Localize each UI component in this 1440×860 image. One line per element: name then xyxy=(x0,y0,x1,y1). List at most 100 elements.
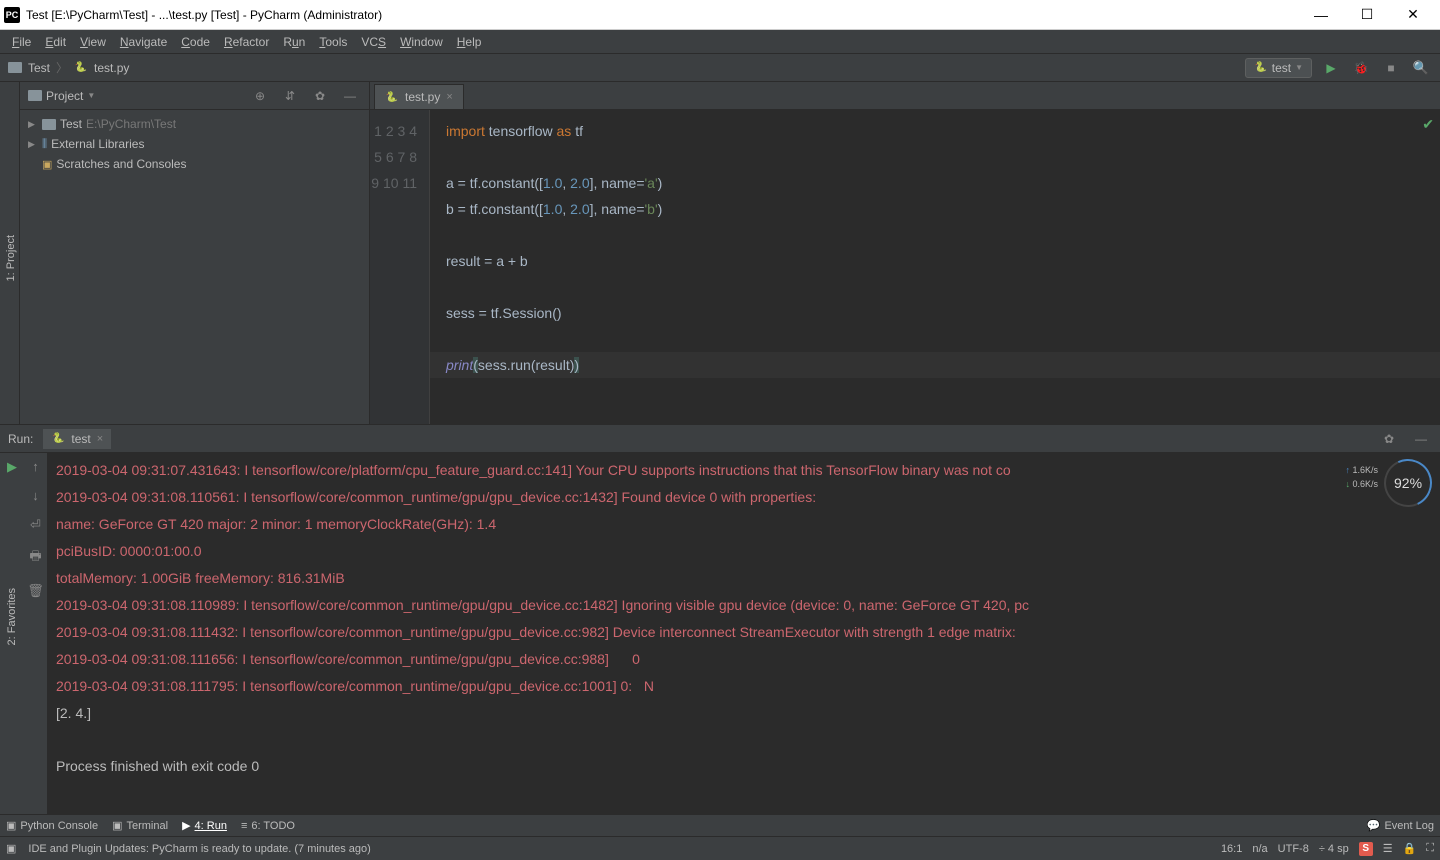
close-button[interactable]: ✕ xyxy=(1390,0,1436,30)
tree-arrow-icon[interactable]: ▶ xyxy=(28,119,38,130)
network-overlay: ↑ 1.6K/s↓ 0.6K/s xyxy=(1345,463,1378,491)
python-icon: 🐍 xyxy=(51,432,65,446)
tab-event-log[interactable]: 💬 Event Log xyxy=(1367,819,1434,832)
wrap-icon[interactable]: ⏎ xyxy=(30,517,41,533)
run-tab-label: test xyxy=(71,432,90,446)
menu-file[interactable]: File xyxy=(6,33,37,51)
breadcrumb-root[interactable]: Test xyxy=(28,61,50,75)
tab-close-icon[interactable]: × xyxy=(97,433,103,445)
bottom-tool-tabs: ▣ Python Console ▣ Terminal ▶ 4: Run ≡ 6… xyxy=(0,814,1440,836)
menu-run[interactable]: Run xyxy=(277,33,311,51)
rerun-button[interactable]: ▶ xyxy=(7,459,17,475)
window-title: Test [E:\PyCharm\Test] - ...\test.py [Te… xyxy=(26,8,382,22)
cursor-position[interactable]: 16:1 xyxy=(1221,843,1242,855)
folder-icon xyxy=(42,119,56,130)
inspection-ok-icon[interactable]: ✔ xyxy=(1422,116,1434,133)
run-button[interactable]: ▶ xyxy=(1320,57,1342,79)
search-button[interactable]: 🔍 xyxy=(1410,57,1432,79)
lock-icon[interactable]: 🔒 xyxy=(1403,842,1417,855)
tab-label: test.py xyxy=(405,90,440,104)
left-tool-gutter-bottom: 2: Favorites ★ 7: Structure xyxy=(0,480,20,800)
locate-icon[interactable]: ⊕ xyxy=(249,85,271,107)
tray-icon[interactable]: ☰ xyxy=(1383,842,1393,855)
gutter-tab-favorites[interactable]: 2: Favorites xyxy=(4,584,20,705)
tab-terminal[interactable]: ▣ Terminal xyxy=(112,819,168,832)
run-config-select[interactable]: 🐍 test ▼ xyxy=(1245,58,1312,78)
menu-edit[interactable]: Edit xyxy=(39,33,72,51)
stop-button[interactable]: ■ xyxy=(1380,57,1402,79)
maximize-button[interactable]: ☐ xyxy=(1344,0,1390,30)
library-icon: ⫼ xyxy=(42,138,47,151)
navbar: Test 〉 🐍 test.py 🐍 test ▼ ▶ 🐞 ■ 🔍 xyxy=(0,54,1440,82)
menubar: File Edit View Navigate Code Refactor Ru… xyxy=(0,30,1440,54)
python-file-icon: 🐍 xyxy=(385,90,399,104)
run-toolbar-secondary: ↑ ↓ ⏎ 🖶 🗑 xyxy=(24,453,48,814)
editor-tab[interactable]: 🐍 test.py × xyxy=(374,84,464,109)
tree-label: External Libraries xyxy=(51,137,144,151)
tab-close-icon[interactable]: × xyxy=(446,91,452,103)
breadcrumb-separator: 〉 xyxy=(56,59,68,76)
collapse-icon[interactable]: ⇵ xyxy=(279,85,301,107)
menu-help[interactable]: Help xyxy=(451,33,488,51)
tree-item-scratches[interactable]: ▣ Scratches and Consoles xyxy=(20,154,369,174)
tree-label: Test xyxy=(60,117,82,131)
chevron-down-icon: ▼ xyxy=(87,91,95,100)
fullscreen-icon[interactable]: ⛶ xyxy=(1426,842,1434,855)
project-sidebar: Project ▼ ⊕ ⇵ ✿ — ▶ Test E:\PyCharm\Test… xyxy=(20,82,370,424)
minimize-button[interactable]: — xyxy=(1298,0,1344,30)
left-tool-gutter: 1: Project xyxy=(0,82,20,424)
code-content[interactable]: import tensorflow as tf a = tf.constant(… xyxy=(430,110,1440,424)
tree-item-libs[interactable]: ▶ ⫼ External Libraries xyxy=(20,134,369,154)
tab-python-console[interactable]: ▣ Python Console xyxy=(6,819,98,832)
hide-icon[interactable]: — xyxy=(339,85,361,107)
code-editor[interactable]: 1 2 3 4 5 6 7 8 9 10 11 import tensorflo… xyxy=(370,110,1440,424)
statusbar: ▣ IDE and Plugin Updates: PyCharm is rea… xyxy=(0,836,1440,860)
tree-arrow-icon[interactable]: ▶ xyxy=(28,139,38,150)
project-tree: ▶ Test E:\PyCharm\Test ▶ ⫼ External Libr… xyxy=(20,110,369,178)
gutter-tab-project[interactable]: 1: Project xyxy=(3,231,19,285)
run-config-label: test xyxy=(1272,61,1291,75)
tab-run[interactable]: ▶ 4: Run xyxy=(182,819,227,832)
sidebar-title[interactable]: Project xyxy=(46,89,83,103)
up-icon[interactable]: ↑ xyxy=(32,459,39,474)
settings-icon[interactable]: ✿ xyxy=(309,85,331,107)
down-icon[interactable]: ↓ xyxy=(32,488,39,503)
sogou-ime-icon[interactable]: S xyxy=(1359,842,1373,856)
trash-icon[interactable]: 🗑 xyxy=(27,583,44,599)
settings-icon[interactable]: ✿ xyxy=(1378,428,1400,450)
python-icon: 🐍 xyxy=(1254,61,1268,75)
tree-label: Scratches and Consoles xyxy=(56,157,186,171)
tree-item-root[interactable]: ▶ Test E:\PyCharm\Test xyxy=(20,114,369,134)
menu-vcs[interactable]: VCS xyxy=(355,33,392,51)
menu-view[interactable]: View xyxy=(74,33,112,51)
tree-path: E:\PyCharm\Test xyxy=(86,117,176,131)
folder-icon xyxy=(28,90,42,101)
menu-tools[interactable]: Tools xyxy=(313,33,353,51)
menu-window[interactable]: Window xyxy=(394,33,449,51)
run-tool-window: Run: 🐍 test × ✿ — ▶ ⏸ ■ 📌 ↑ ↓ ⏎ 🖶 🗑 2019… xyxy=(0,424,1440,814)
folder-icon xyxy=(8,62,22,73)
menu-code[interactable]: Code xyxy=(175,33,216,51)
chevron-down-icon: ▼ xyxy=(1295,63,1303,72)
run-panel-title: Run: xyxy=(8,432,33,446)
scratch-icon: ▣ xyxy=(42,158,52,171)
editor-tabs: 🐍 test.py × xyxy=(370,82,1440,110)
tab-todo[interactable]: ≡ 6: TODO xyxy=(241,819,295,832)
encoding[interactable]: UTF-8 xyxy=(1278,843,1309,855)
status-message[interactable]: IDE and Plugin Updates: PyCharm is ready… xyxy=(28,843,370,855)
titlebar: PC Test [E:\PyCharm\Test] - ...\test.py … xyxy=(0,0,1440,30)
status-notification-icon[interactable]: ▣ xyxy=(6,842,16,855)
console-output[interactable]: 2019-03-04 09:31:07.431643: I tensorflow… xyxy=(48,453,1440,814)
menu-navigate[interactable]: Navigate xyxy=(114,33,173,51)
breadcrumb-file[interactable]: test.py xyxy=(94,61,129,75)
python-file-icon: 🐍 xyxy=(74,61,88,75)
indent-size[interactable]: ÷ 4 sp xyxy=(1319,843,1349,855)
menu-refactor[interactable]: Refactor xyxy=(218,33,275,51)
line-gutter: 1 2 3 4 5 6 7 8 9 10 11 xyxy=(370,110,430,424)
hide-icon[interactable]: — xyxy=(1410,428,1432,450)
print-icon[interactable]: 🖶 xyxy=(29,547,41,569)
status-context[interactable]: n/a xyxy=(1252,843,1267,855)
run-tab[interactable]: 🐍 test × xyxy=(43,429,111,449)
pycharm-icon: PC xyxy=(4,7,20,23)
debug-button[interactable]: 🐞 xyxy=(1350,57,1372,79)
